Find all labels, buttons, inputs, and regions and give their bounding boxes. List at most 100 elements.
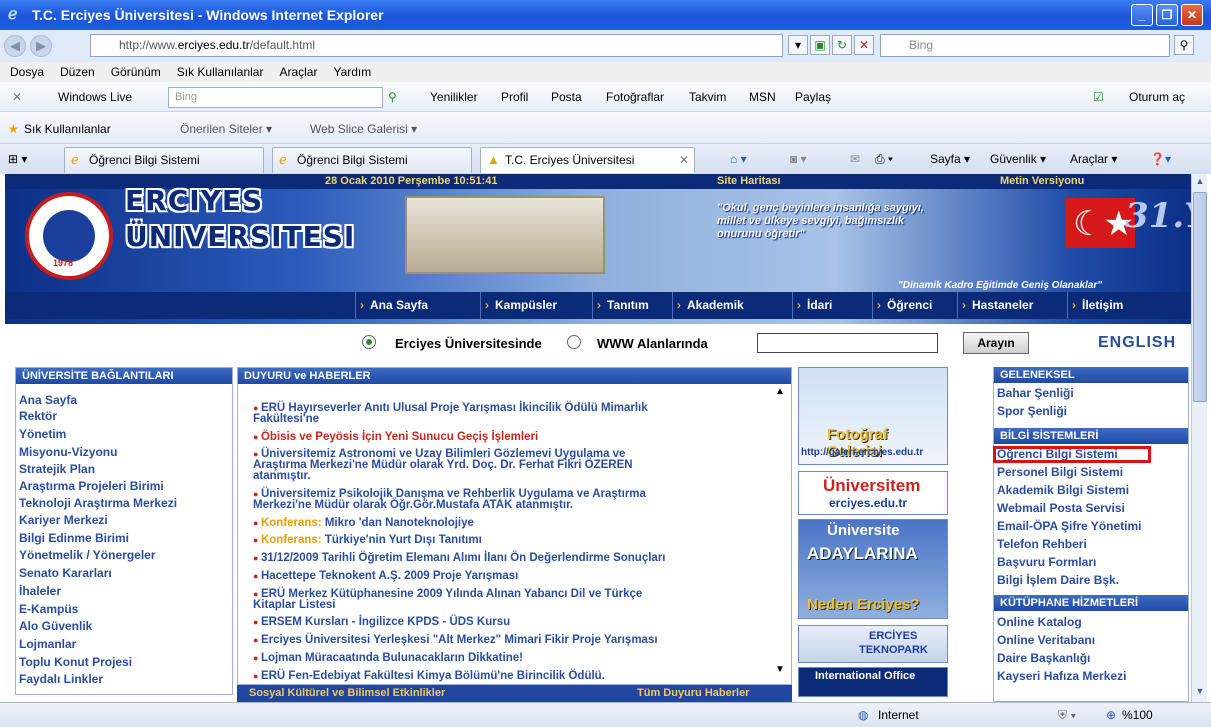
cmd-security[interactable]: Güvenlik ▾ (990, 152, 1046, 166)
left-link[interactable]: Stratejik Plan (19, 462, 95, 476)
left-link[interactable]: E-Kampüs (19, 602, 78, 616)
favorites-label[interactable]: Sık Kullanılanlar (24, 122, 111, 136)
news-item[interactable]: Lojman Müracaatında Bulunacakların Dikka… (253, 652, 523, 664)
signin-link[interactable]: Oturum aç (1129, 90, 1185, 104)
nav-campuses[interactable]: Kampüsler (480, 292, 592, 319)
traditional-link[interactable]: Bahar Şenliği (997, 386, 1074, 400)
library-link[interactable]: Daire Başkanlığı (997, 651, 1090, 665)
forward-button[interactable]: ▶ (30, 35, 52, 57)
left-link[interactable]: İhaleler (19, 584, 61, 598)
nav-intro[interactable]: Tanıtım (592, 292, 672, 319)
search-button[interactable]: Arayın (963, 332, 1029, 354)
info-system-link[interactable]: Telefon Rehberi (997, 537, 1087, 551)
info-system-link[interactable]: Personel Bilgi Sistemi (997, 465, 1123, 479)
mail-icon[interactable]: ✉ (850, 152, 860, 166)
checkbox-icon[interactable]: ☑ (1093, 90, 1104, 104)
news-item[interactable]: Öbisis ve Peyösis İçin Yeni Sunucu Geçiş… (253, 431, 538, 443)
toolbar-news[interactable]: Yenilikler (430, 90, 478, 104)
events-link[interactable]: Sosyal Kültürel ve Bilimsel Etkinlikler (249, 687, 445, 699)
news-item[interactable]: atanmıştır. (253, 470, 311, 482)
menu-favorites[interactable]: Sık Kullanılanlar (177, 65, 264, 79)
left-link[interactable]: Senato Kararları (19, 566, 112, 580)
left-link[interactable]: Alo Güvenlik (19, 619, 92, 633)
news-item[interactable]: Hacettepe Teknokent A.Ş. 2009 Proje Yarı… (253, 570, 518, 582)
toolbar-share[interactable]: Paylaş (795, 90, 831, 104)
library-link[interactable]: Online Veritabanı (997, 633, 1095, 647)
info-system-link[interactable]: Email-ÖPA Şifre Yönetimi (997, 519, 1141, 533)
dropdown-icon[interactable]: ▾ (788, 35, 808, 55)
close-toolbar-icon[interactable]: ✕ (12, 90, 22, 104)
quick-tabs-icon[interactable]: ⊞ ▾ (8, 152, 27, 166)
suggested-sites[interactable]: Önerilen Siteler ▾ (180, 122, 272, 136)
maximize-button[interactable]: ❐ (1156, 4, 1178, 26)
library-link[interactable]: Kayseri Hafıza Merkezi (997, 669, 1126, 683)
left-link[interactable]: Teknoloji Araştırma Merkezi (19, 496, 177, 510)
left-link[interactable]: Kariyer Merkezi (19, 513, 108, 527)
news-item[interactable]: Erciyes Üniversitesi Yerleşkesi "Alt Mer… (253, 634, 658, 646)
universitem-banner[interactable]: Üniversitem erciyes.edu.tr (798, 471, 948, 515)
text-version-link[interactable]: Metin Versiyonu (1000, 175, 1084, 187)
back-button[interactable]: ◀ (4, 35, 26, 57)
scroll-down-icon[interactable]: ▼ (775, 664, 785, 675)
site-search-input[interactable] (757, 333, 938, 353)
left-link[interactable]: Yönetmelik / Yönergeler (19, 548, 156, 562)
zoom-level[interactable]: %100 (1122, 708, 1153, 722)
news-item[interactable]: 31/12/2009 Tarihli Öğretim Elemanı Alımı… (253, 552, 666, 564)
menu-gorunum[interactable]: Görünüm (111, 65, 161, 79)
live-search-icon[interactable]: ⚲ (388, 90, 397, 104)
toolbar-profile[interactable]: Profil (501, 90, 528, 104)
toolbar-calendar[interactable]: Takvim (689, 90, 726, 104)
feeds-icon[interactable]: ◙ ▾ (790, 152, 807, 166)
windows-live-label[interactable]: Windows Live (58, 90, 132, 104)
compat-icon[interactable]: ▣ (810, 35, 830, 55)
cmd-page[interactable]: Sayfa ▾ (930, 152, 970, 166)
photo-gallery-banner[interactable]: Fotoğraf Galerisi http://galeri.erciyes.… (798, 367, 948, 465)
info-system-link[interactable]: Başvuru Formları (997, 555, 1096, 569)
all-news-link[interactable]: Tüm Duyuru Haberler (637, 685, 749, 702)
refresh-icon[interactable]: ↻ (832, 35, 852, 55)
teknopark-banner[interactable]: ERCİYES TEKNOPARK (798, 625, 948, 663)
info-system-link[interactable]: Webmail Posta Servisi (997, 501, 1125, 515)
toolbar-msn[interactable]: MSN (749, 90, 776, 104)
scroll-thumb[interactable] (1193, 192, 1207, 402)
traditional-link[interactable]: Spor Şenliği (997, 404, 1067, 418)
scroll-up-icon[interactable]: ▲ (775, 386, 785, 397)
zoom-icon[interactable]: ⊕ (1106, 708, 1116, 722)
left-link[interactable]: Misyonu-Vizyonu (19, 445, 117, 459)
tab-erciyes[interactable]: ▲ T.C. Erciyes Üniversitesi ✕ (480, 147, 695, 173)
english-link[interactable]: ENGLISH (1098, 334, 1176, 352)
cmd-tools[interactable]: Araçlar ▾ (1070, 152, 1117, 166)
tab-obs-1[interactable]: ℯ Öğrenci Bilgi Sistemi (64, 147, 264, 173)
nav-contact[interactable]: İletişim (1067, 292, 1191, 319)
live-search-input[interactable]: Bing (168, 87, 383, 108)
tab-obs-2[interactable]: ℯ Öğrenci Bilgi Sistemi (272, 147, 472, 173)
left-link[interactable]: Toplu Konut Projesi (19, 655, 132, 669)
library-link[interactable]: Online Katalog (997, 615, 1082, 629)
toolbar-photos[interactable]: Fotoğraflar (606, 90, 664, 104)
nav-hospitals[interactable]: Hastaneler (957, 292, 1067, 319)
help-icon[interactable]: ❓▾ (1150, 152, 1171, 166)
minimize-button[interactable]: _ (1131, 4, 1153, 26)
news-item[interactable]: Kitaplar Listesi (253, 599, 335, 611)
nav-student[interactable]: Öğrenci (872, 292, 957, 319)
menu-help[interactable]: Yardım (333, 65, 371, 79)
print-icon[interactable]: ⎙ ▾ (875, 152, 893, 167)
menu-dosya[interactable]: Dosya (10, 65, 44, 79)
radio-www[interactable] (567, 335, 581, 349)
left-link[interactable]: Faydalı Linkler (19, 672, 103, 686)
left-link[interactable]: Lojmanlar (19, 637, 76, 651)
tab-close-icon[interactable]: ✕ (679, 153, 689, 167)
web-slice-gallery[interactable]: Web Slice Galerisi ▾ (310, 122, 417, 136)
news-item[interactable]: Merkezi'ne Müdür olarak Öğr.Gör.Mustafa … (253, 499, 573, 511)
news-item[interactable]: ERÜ Fen-Edebiyat Fakültesi Kimya Bölümü'… (253, 670, 605, 682)
info-system-link[interactable]: Bilgi İşlem Daire Bşk. (997, 573, 1119, 587)
international-office-banner[interactable]: International Office (798, 667, 948, 697)
security-icon[interactable]: ⛨ ▾ (1058, 708, 1076, 723)
nav-home[interactable]: Ana Sayfa (355, 292, 480, 319)
info-system-link[interactable]: Akademik Bilgi Sistemi (997, 483, 1129, 497)
candidates-banner[interactable]: Üniversite ADAYLARINA Neden Erciyes? (798, 519, 948, 619)
news-item[interactable]: ERSEM Kursları - İngilizce KPDS - ÜDS Ku… (253, 616, 510, 628)
search-icon[interactable]: ⚲ (1174, 35, 1194, 55)
search-input[interactable]: Bing (880, 34, 1170, 57)
toolbar-mail[interactable]: Posta (551, 90, 582, 104)
